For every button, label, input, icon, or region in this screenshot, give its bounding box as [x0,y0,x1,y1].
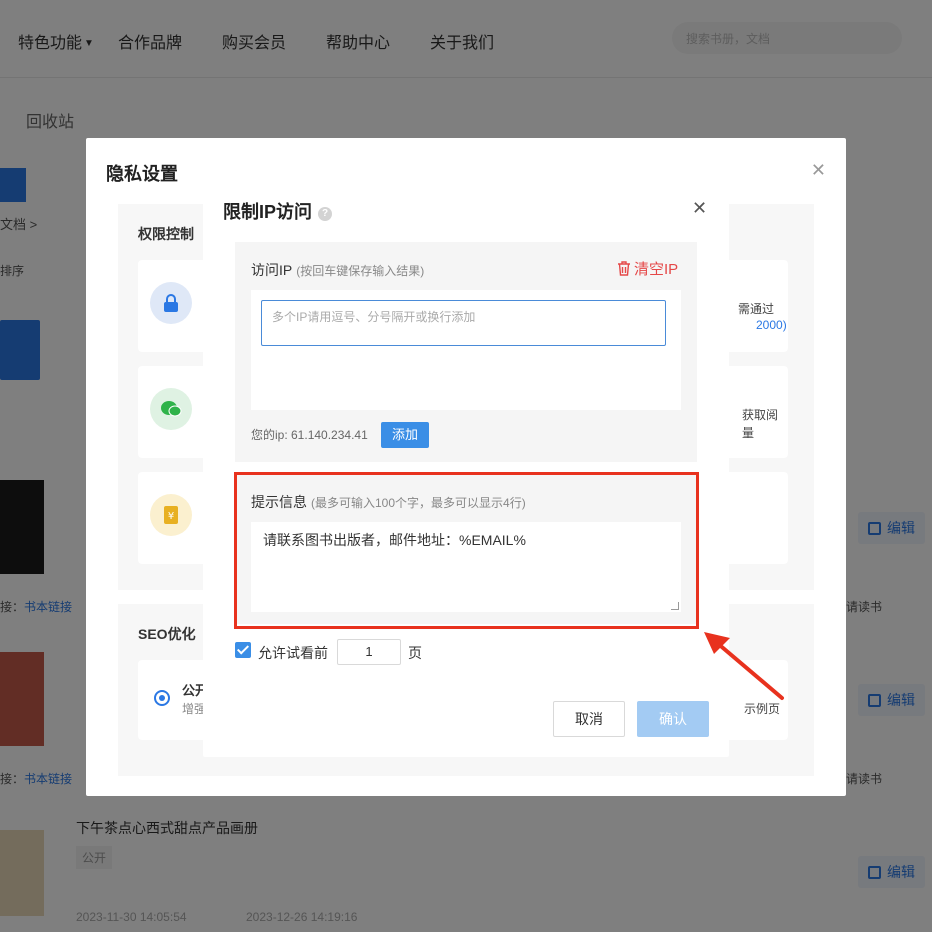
cancel-button[interactable]: 取消 [553,701,625,737]
section-title: 权限控制 [138,226,194,242]
ip-label: 访问IP (按回车键保存输入结果) [251,262,425,278]
ip-list-area: 多个IP请用逗号、分号隔开或换行添加 [251,290,681,410]
your-ip-text: 您的ip: 61.140.234.41 [251,428,368,442]
trial-pages-input[interactable]: 1 [337,639,401,665]
coin-icon: ¥ [150,494,192,536]
option-desc: 量 [742,426,755,440]
allow-trial-label: 允许试看前 [258,645,328,661]
option-desc: 获取阅 [742,408,779,422]
ip-panel: 访问IP (按回车键保存输入结果) 清空IP 多个IP请用逗号、分号隔开或换行添加… [235,242,697,462]
clear-ip-button[interactable]: 清空IP [617,258,678,279]
annotation-arrow-icon [704,632,784,700]
confirm-button[interactable]: 确认 [637,701,709,737]
add-ip-button[interactable]: 添加 [381,422,429,448]
public-radio[interactable] [154,690,170,706]
lock-icon [150,282,192,324]
ip-input[interactable]: 多个IP请用逗号、分号隔开或换行添加 [261,300,666,346]
wechat-icon [150,388,192,430]
close-icon[interactable]: ✕ [692,198,707,219]
trial-pages-unit: 页 [408,645,422,661]
question-icon[interactable]: ? [318,207,333,221]
dialog-title: 限制IP访问? [223,198,333,224]
option-desc: 需通过 [738,302,775,316]
trash-icon [618,261,630,276]
option-desc-number: 2000) [756,318,787,332]
svg-text:¥: ¥ [168,511,174,522]
close-icon[interactable]: ✕ [811,160,826,181]
restrict-ip-dialog: 限制IP访问? ✕ 访问IP (按回车键保存输入结果) 清空IP 多个IP请用逗号… [203,176,729,757]
dialog-title: 隐私设置 [106,164,178,184]
annotation-highlight-box [234,472,699,629]
section-title: SEO优化 [138,626,196,642]
allow-trial-checkbox[interactable] [235,642,251,658]
